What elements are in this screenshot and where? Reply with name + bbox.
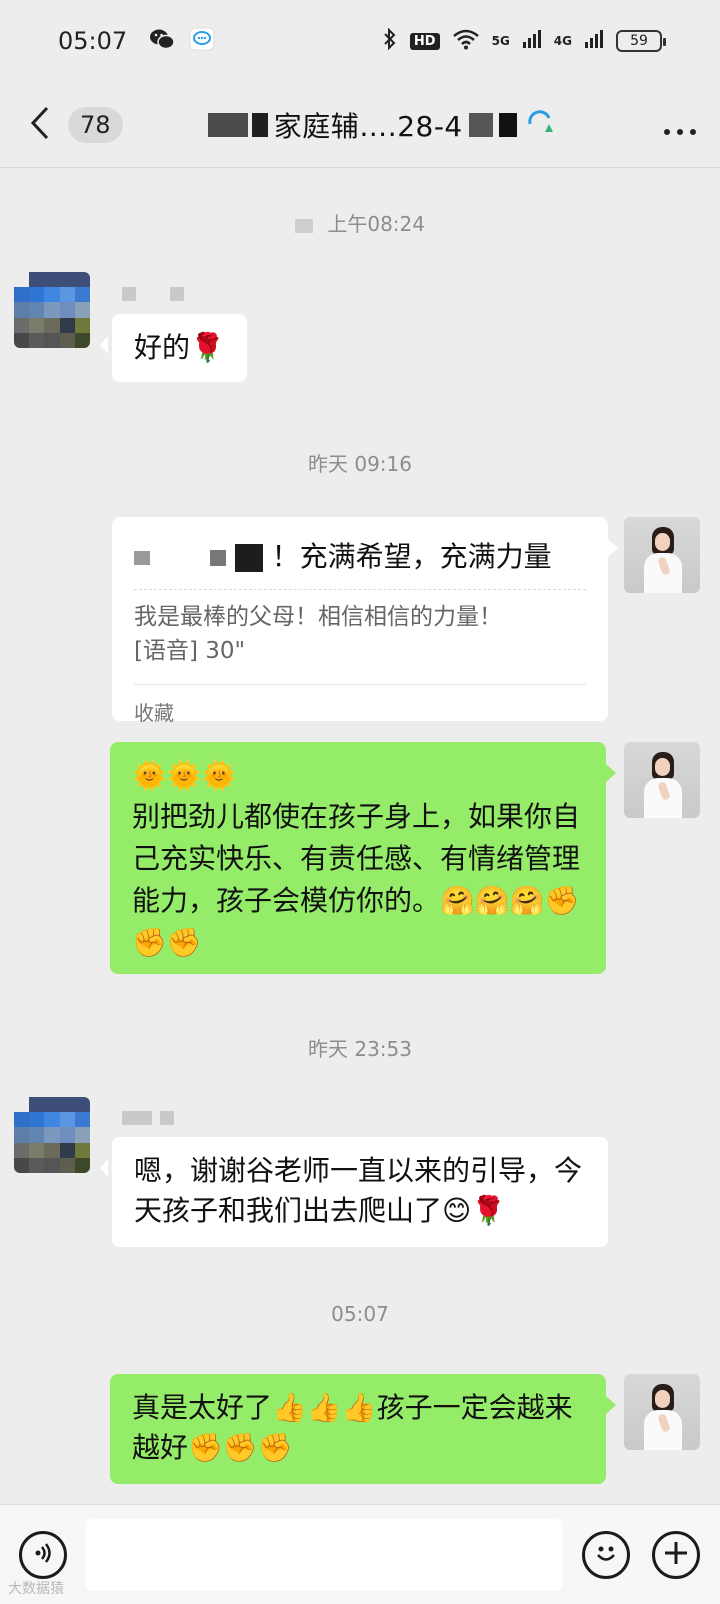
name-redaction-2 — [160, 1111, 174, 1125]
favorites-card-title: ！充满希望，充满力量 — [134, 539, 586, 575]
net-4g-label: 4G — [553, 34, 572, 48]
emoji-icon — [591, 1538, 621, 1572]
hd-badge: HD — [409, 32, 440, 50]
back-arrow-icon — [29, 105, 51, 145]
emoji-row: 🌞🌞🌞 — [132, 759, 237, 792]
sender-avatar[interactable] — [14, 272, 90, 348]
signal-icon — [522, 29, 542, 53]
name-redaction-2 — [170, 287, 184, 301]
message-bubble[interactable]: 真是太好了👍👍👍孩子一定会越来越好✊✊✊ — [110, 1374, 616, 1484]
name-redaction — [122, 1111, 152, 1125]
title-redaction-3 — [234, 544, 263, 572]
unread-count-badge[interactable]: 78 — [68, 106, 123, 143]
wechat-icon — [149, 28, 175, 54]
sender-avatar[interactable] — [14, 1097, 90, 1173]
title-redaction-4 — [498, 112, 517, 137]
timestamp: 上午08:24 — [0, 208, 720, 237]
timestamp-redaction — [295, 218, 313, 233]
message-input[interactable] — [86, 1519, 562, 1591]
timestamp: 昨天 09:16 — [308, 452, 412, 476]
my-avatar[interactable] — [624, 742, 700, 818]
status-bar: 05:07 HD 5G 4G 59 — [0, 0, 720, 82]
chat-bubble-icon — [189, 27, 215, 55]
watermark: 大数据猿 — [8, 1581, 64, 1597]
battery-icon: 59 — [616, 30, 666, 52]
voice-button[interactable] — [19, 1531, 67, 1579]
timestamp: 昨天 23:53 — [308, 1037, 412, 1061]
favorites-card[interactable]: ！充满希望，充满力量 我是最棒的父母！相信相信的力量！ [语音] 30" 收藏 — [112, 517, 618, 725]
sender-name — [122, 1111, 174, 1125]
name-gap — [144, 287, 162, 301]
net-5g-label: 5G — [491, 34, 510, 48]
my-avatar[interactable] — [624, 1374, 700, 1450]
message-bubble[interactable]: 嗯，谢谢谷老师一直以来的引导，今天孩子和我们出去爬山了😊🌹 — [100, 1137, 608, 1247]
emoji-button[interactable] — [582, 1531, 630, 1579]
sender-name — [122, 287, 184, 301]
title-redaction-2 — [251, 112, 268, 137]
signal-icon-2 — [584, 29, 604, 53]
status-time: 05:07 — [58, 27, 128, 55]
title-redaction — [207, 112, 248, 137]
divider — [134, 589, 586, 590]
chat-header: 78 家庭辅….28-4 — [0, 82, 720, 168]
name-redaction — [122, 287, 136, 301]
favorites-card-voice: [语音] 30" — [134, 638, 246, 664]
message-bubble[interactable]: 🌞🌞🌞 别把劲儿都使在孩子身上，如果你自己充实快乐、有责任感、有情绪管理能力，孩… — [110, 742, 616, 974]
bluetooth-icon — [382, 27, 398, 54]
chat-title-area[interactable]: 家庭辅….28-4 — [123, 105, 640, 145]
favorites-card-line: 我是最棒的父母！相信相信的力量！ — [134, 604, 502, 630]
title-redaction — [134, 551, 150, 565]
plus-icon — [662, 1539, 690, 1571]
timestamp-text: 上午08:24 — [327, 212, 425, 236]
input-bar — [0, 1504, 720, 1604]
title-redaction-2 — [209, 550, 226, 566]
title-redaction-3 — [468, 112, 493, 137]
wifi-icon — [452, 28, 480, 54]
more-button[interactable] — [640, 82, 720, 168]
my-avatar[interactable] — [624, 517, 700, 593]
more-functions-button[interactable] — [652, 1531, 700, 1579]
favorites-card-footer: 收藏 — [134, 684, 586, 743]
voice-icon — [31, 1541, 55, 1569]
message-text: 别把劲儿都使在孩子身上，如果你自己充实快乐、有责任感、有情绪管理能力，孩子会模仿… — [132, 800, 581, 959]
timestamp: 05:07 — [331, 1302, 389, 1326]
chat-title: 家庭辅….28-4 — [273, 109, 463, 143]
message-bubble[interactable]: 好的🌹 — [100, 314, 247, 382]
back-button[interactable] — [12, 82, 68, 168]
loading-icon — [525, 108, 555, 142]
more-icon — [663, 105, 697, 145]
